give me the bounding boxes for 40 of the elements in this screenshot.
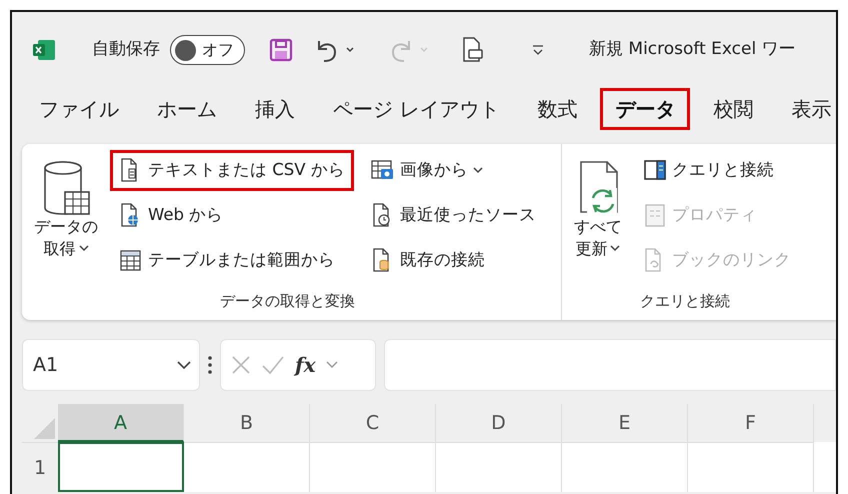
formula-field[interactable] [384,339,836,391]
check-icon[interactable] [261,355,285,375]
window-title: 新規 Microsoft Excel ワー [589,38,796,62]
side-panel-icon [642,158,667,183]
column-header[interactable]: A [58,404,184,442]
ribbon-tab[interactable]: 数式 [522,88,592,130]
table-icon [119,248,143,273]
insert-function-button[interactable]: fx [295,350,316,380]
ribbon-button[interactable]: すべて 更新 [570,150,626,290]
ribbon-tab[interactable]: データ [600,88,690,130]
database-table-icon [41,158,91,216]
cell[interactable] [58,442,184,492]
customize-menu-icon[interactable] [531,44,545,56]
properties-icon [642,203,667,228]
cancel-icon[interactable] [231,355,251,375]
ribbon-tab[interactable]: 校閲 [698,88,768,130]
name-box[interactable]: A1 [22,339,200,391]
ribbon-tab[interactable]: ファイル [24,88,134,130]
ribbon-command[interactable]: 最近使ったソース [362,195,545,236]
ribbon-command[interactable]: 画像から [362,150,545,191]
ribbon-command[interactable]: 既存の接続 [362,240,545,281]
autosave-label: 自動保存 [92,38,160,62]
ribbon-tab[interactable]: ページ レイアウト [318,88,514,130]
spreadsheet-app-icon[interactable] [32,39,56,61]
save-icon[interactable] [269,38,293,62]
more-options-icon[interactable] [208,355,212,375]
ribbon-command[interactable]: クエリと接続 [634,150,800,191]
row-header[interactable]: 1 [22,442,58,492]
chevron-down-icon[interactable] [177,360,191,370]
ribbon-command[interactable]: テキストまたは CSV から [110,150,354,191]
group-label: データの取得と変換 [218,290,356,312]
ribbon-button[interactable]: データの 取得 [30,150,102,290]
ribbon-tab[interactable]: ホーム [142,88,232,130]
ribbon-tab[interactable]: 挿入 [240,88,310,130]
ribbon-command[interactable]: テーブルまたは範囲から [110,240,354,281]
group-label: クエリと接続 [638,290,731,312]
autosave-toggle[interactable]: オフ [170,35,245,65]
ribbon-command[interactable]: Web から [110,195,354,236]
ribbon-tab[interactable]: 表示 [776,88,836,130]
print-preview-icon[interactable] [461,37,485,63]
